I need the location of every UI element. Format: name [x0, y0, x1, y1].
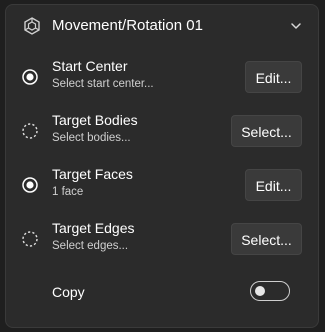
- target-edges-select-button[interactable]: Select...: [231, 223, 302, 255]
- start-center-label: Start Center: [52, 58, 128, 74]
- target-bodies-select-button[interactable]: Select...: [231, 115, 302, 147]
- copy-toggle[interactable]: [250, 281, 290, 301]
- target-faces-radio-icon[interactable]: [22, 177, 38, 193]
- panel-header[interactable]: Movement/Rotation 01: [6, 5, 318, 47]
- movement-rotation-panel: Movement/Rotation 01 Start Center Select…: [5, 4, 319, 328]
- target-edges-label: Target Edges: [52, 220, 135, 236]
- target-faces-hint: 1 face: [52, 186, 84, 198]
- target-faces-row: Target Faces 1 face Edit...: [6, 158, 318, 212]
- target-bodies-row: Target Bodies Select bodies... Select...: [6, 104, 318, 158]
- target-faces-label: Target Faces: [52, 166, 133, 182]
- chevron-down-icon[interactable]: [288, 18, 304, 34]
- target-edges-row: Target Edges Select edges... Select...: [6, 212, 318, 266]
- move-rotate-icon: [23, 17, 41, 35]
- copy-label: Copy: [52, 284, 85, 300]
- target-bodies-label: Target Bodies: [52, 112, 138, 128]
- start-center-edit-button[interactable]: Edit...: [245, 61, 302, 93]
- target-bodies-radio-icon[interactable]: [22, 123, 38, 139]
- start-center-radio-icon[interactable]: [22, 69, 38, 85]
- start-center-hint: Select start center...: [52, 78, 154, 90]
- target-edges-hint: Select edges...: [52, 240, 129, 252]
- target-edges-radio-icon[interactable]: [22, 231, 38, 247]
- panel-title: Movement/Rotation 01: [52, 17, 203, 34]
- target-bodies-hint: Select bodies...: [52, 132, 131, 144]
- target-faces-edit-button[interactable]: Edit...: [245, 169, 302, 201]
- toggle-knob: [255, 286, 265, 296]
- start-center-row: Start Center Select start center... Edit…: [6, 50, 318, 104]
